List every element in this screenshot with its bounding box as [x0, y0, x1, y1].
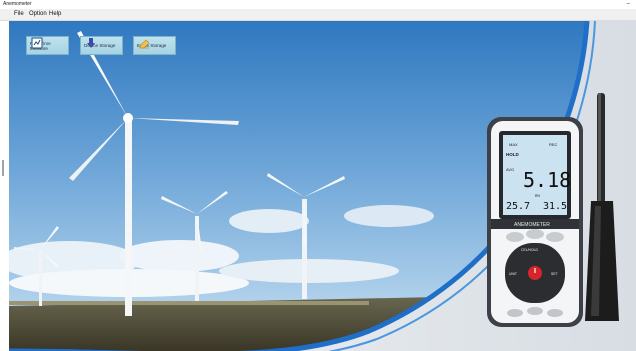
lcd-secondary-reading: 31.5	[543, 201, 567, 212]
menu-help[interactable]: Help	[49, 9, 61, 20]
lcd-label-hold: HOLD	[506, 152, 519, 157]
title-bar: Anemometer –	[0, 0, 636, 9]
device-brand-label: ANEMOMETER	[514, 222, 550, 228]
lcd-label-rec: REC	[549, 142, 558, 147]
lcd-temperature-reading: 25.7	[506, 201, 530, 212]
minimize-button[interactable]: –	[627, 0, 630, 8]
anemometer-device: MAX REC HOLD AVG 5.18 25.7 31.5 RH ANEMO…	[487, 93, 619, 327]
main-canvas: MAX REC HOLD AVG 5.18 25.7 31.5 RH ANEMO…	[9, 21, 636, 351]
lcd-label-max: MAX	[509, 142, 518, 147]
device-storage-icon	[87, 38, 95, 48]
lcd-label-avg: AVG	[506, 167, 514, 172]
erase-storage-button[interactable]: Erase Storage	[133, 36, 176, 55]
window-title: Anemometer	[3, 1, 32, 7]
device-button-unit: UNIT	[509, 272, 517, 276]
menu-bar: File Option Help	[0, 9, 636, 21]
realtime-measure-button[interactable]: Real Time Measure	[26, 36, 69, 55]
lcd-label-rh: RH	[535, 194, 541, 198]
device-storage-button[interactable]: Device Storage	[80, 36, 123, 55]
realtime-measure-icon	[31, 37, 43, 49]
lcd-primary-reading: 5.18	[523, 168, 571, 192]
menu-file[interactable]: File	[14, 9, 24, 20]
menu-option[interactable]: Option	[29, 9, 47, 20]
device-button-cel-hold: CEL/HOLD	[521, 248, 539, 252]
splitter-grip[interactable]	[2, 160, 4, 176]
device-button-set: SET	[551, 272, 558, 276]
erase-storage-icon	[139, 39, 150, 49]
